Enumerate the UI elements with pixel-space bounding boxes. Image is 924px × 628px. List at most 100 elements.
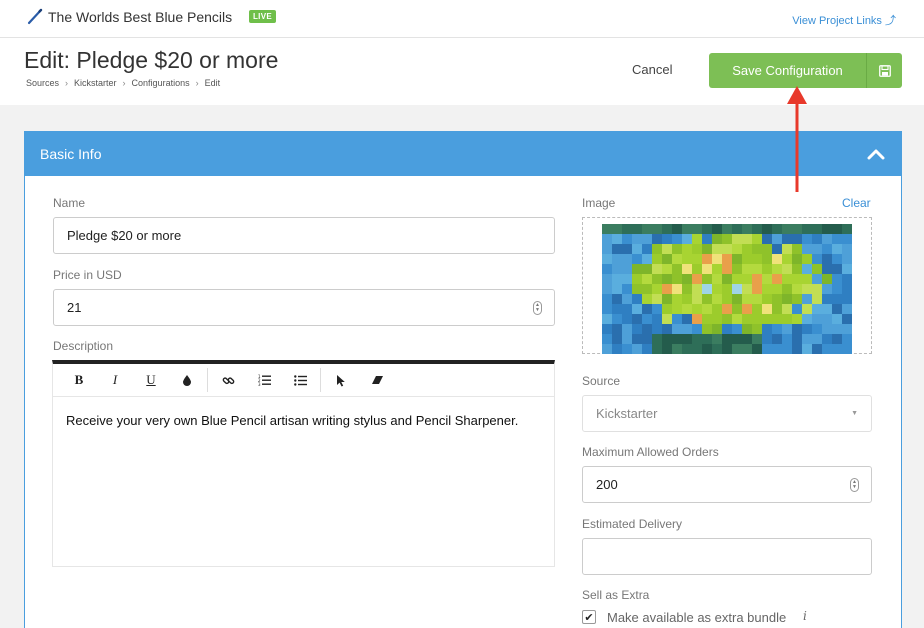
thumbnail-pixel <box>802 224 812 234</box>
info-icon[interactable]: i <box>803 609 807 623</box>
thumbnail-pixel <box>632 264 642 274</box>
thumbnail-pixel <box>752 224 762 234</box>
extra-bundle-checkbox[interactable]: ✔ <box>582 610 596 624</box>
thumbnail-pixel <box>812 334 822 344</box>
thumbnail-pixel <box>662 314 672 324</box>
breadcrumb-configurations[interactable]: Configurations <box>132 78 190 88</box>
thumbnail-pixel <box>612 284 622 294</box>
thumbnail-pixel <box>642 304 652 314</box>
bold-button[interactable]: B <box>61 364 97 397</box>
thumbnail-pixel <box>762 304 772 314</box>
thumbnail-pixel <box>762 314 772 324</box>
thumbnail-pixel <box>792 294 802 304</box>
thumbnail-pixel <box>652 294 662 304</box>
thumbnail-pixel <box>662 294 672 304</box>
thumbnail-pixel <box>742 344 752 354</box>
thumbnail-pixel <box>702 284 712 294</box>
thumbnail-pixel <box>742 244 752 254</box>
select-button[interactable] <box>323 364 359 397</box>
max-orders-stepper-icon[interactable]: ▲ ▼ <box>850 478 859 492</box>
thumbnail-pixel <box>622 294 632 304</box>
delivery-input[interactable] <box>582 538 872 575</box>
thumbnail-pixel <box>762 324 772 334</box>
thumbnail-pixel <box>682 284 692 294</box>
thumbnail-pixel <box>612 324 622 334</box>
price-input[interactable]: 21 ▲ ▼ <box>53 289 555 326</box>
max-orders-value: 200 <box>596 477 618 492</box>
thumbnail-pixel <box>822 224 832 234</box>
breadcrumb-sources[interactable]: Sources <box>26 78 59 88</box>
save-configuration-button[interactable]: Save Configuration <box>709 53 902 88</box>
thumbnail-pixel <box>832 324 842 334</box>
thumbnail-pixel <box>712 324 722 334</box>
italic-button[interactable]: I <box>97 364 133 397</box>
thumbnail-pixel <box>832 254 842 264</box>
thumbnail-pixel <box>692 334 702 344</box>
extra-bundle-label: Make available as extra bundle <box>607 610 787 625</box>
max-orders-input[interactable]: 200 ▲ ▼ <box>582 466 872 503</box>
link-icon <box>222 376 234 384</box>
thumbnail-pixel <box>742 264 752 274</box>
thumbnail-pixel <box>652 224 662 234</box>
thumbnail-pixel <box>612 294 622 304</box>
thumbnail-pixel <box>832 294 842 304</box>
bullet-list-button[interactable] <box>282 364 318 397</box>
thumbnail-pixel <box>802 234 812 244</box>
thumbnail-pixel <box>802 264 812 274</box>
thumbnail-pixel <box>842 334 852 344</box>
link-button[interactable] <box>210 364 246 397</box>
thumbnail-pixel <box>692 284 702 294</box>
thumbnail-pixel <box>772 324 782 334</box>
text-color-button[interactable] <box>169 364 205 397</box>
thumbnail-pixel <box>642 314 652 324</box>
chevron-up-icon[interactable] <box>867 148 885 160</box>
price-stepper-icon[interactable]: ▲ ▼ <box>533 301 542 315</box>
thumbnail-pixel <box>762 334 772 344</box>
clear-format-button[interactable] <box>359 364 395 397</box>
thumbnail-pixel <box>762 274 772 284</box>
thumbnail-pixel <box>822 234 832 244</box>
breadcrumb-edit: Edit <box>204 78 221 88</box>
thumbnail-pixel <box>652 314 662 324</box>
thumbnail-pixel <box>602 234 612 244</box>
thumbnail-pixel <box>672 334 682 344</box>
thumbnail-pixel <box>802 344 812 354</box>
thumbnail-pixel <box>632 344 642 354</box>
thumbnail-pixel <box>712 334 722 344</box>
thumbnail-pixel <box>702 314 712 324</box>
clear-image-link[interactable]: Clear <box>842 196 871 210</box>
thumbnail-pixel <box>692 254 702 264</box>
thumbnail-pixel <box>632 274 642 284</box>
thumbnail-pixel <box>622 304 632 314</box>
underline-button[interactable]: U <box>133 364 169 397</box>
cancel-button[interactable]: Cancel <box>632 62 672 77</box>
thumbnail-pixel <box>672 344 682 354</box>
thumbnail-pixel <box>772 314 782 324</box>
thumbnail-pixel <box>662 304 672 314</box>
thumbnail-pixel <box>642 274 652 284</box>
thumbnail-pixel <box>792 224 802 234</box>
thumbnail-pixel <box>612 344 622 354</box>
image-dropzone[interactable] <box>582 217 872 354</box>
thumbnail-pixel <box>742 254 752 264</box>
thumbnail-pixel <box>822 284 832 294</box>
ordered-list-button[interactable]: 123 <box>246 364 282 397</box>
thumbnail-pixel <box>722 274 732 284</box>
source-value: Kickstarter <box>596 406 658 421</box>
view-project-links-link[interactable]: View Project Links ⤴ <box>792 12 896 28</box>
thumbnail-pixel <box>682 254 692 264</box>
description-editor[interactable]: B I U 123 Receive your very own Blue Pen… <box>52 360 555 567</box>
breadcrumb-kickstarter[interactable]: Kickstarter <box>74 78 117 88</box>
thumbnail-pixel <box>742 234 752 244</box>
thumbnail-pixel <box>772 234 782 244</box>
panel-header[interactable]: Basic Info <box>25 132 901 176</box>
thumbnail-pixel <box>622 254 632 264</box>
thumbnail-pixel <box>782 244 792 254</box>
source-select[interactable]: Kickstarter ▼ <box>582 395 872 432</box>
live-badge: LIVE <box>249 10 276 23</box>
breadcrumb-separator: › <box>195 78 199 88</box>
thumbnail-pixel <box>672 284 682 294</box>
source-label: Source <box>582 374 621 388</box>
description-text[interactable]: Receive your very own Blue Pencil artisa… <box>53 397 554 444</box>
name-input[interactable]: Pledge $20 or more <box>53 217 555 254</box>
